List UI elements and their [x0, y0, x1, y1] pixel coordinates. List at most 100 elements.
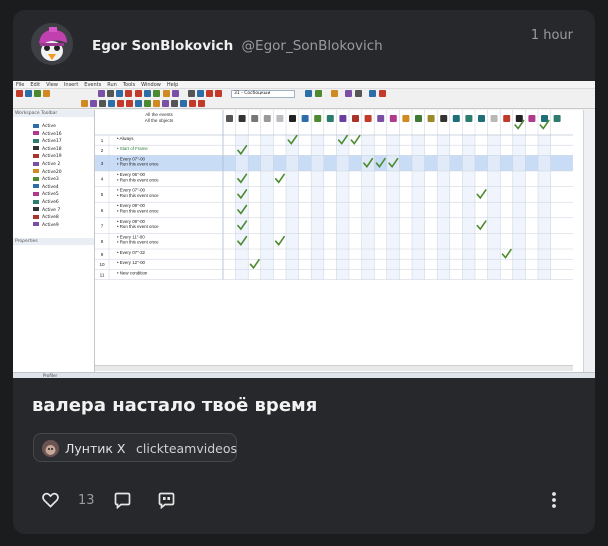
event-number: 6	[101, 208, 104, 213]
object-column-icon	[314, 115, 322, 122]
comment-button[interactable]	[114, 489, 131, 511]
avatar[interactable]	[31, 23, 73, 65]
column-stripe	[386, 135, 400, 280]
toolbar-icon	[180, 100, 187, 107]
toolbar-icon	[16, 90, 23, 97]
object-column-icon	[364, 115, 372, 122]
volume-icon	[562, 346, 580, 360]
object-column-icon	[263, 115, 271, 122]
quote-icon	[158, 492, 175, 509]
tree-item: Active17	[33, 138, 62, 145]
author-handle[interactable]: @Egor_SonBlokovich	[242, 38, 383, 54]
column-stripe	[260, 135, 274, 280]
status-bar: Profiler	[13, 372, 595, 378]
toolbar-icon	[379, 90, 386, 97]
event-condition: • Every 07"-32	[117, 250, 146, 255]
channel-chip[interactable]: Лунтик X clickteamvideos	[33, 433, 237, 462]
video-player[interactable]: File Edit View Insert Events Run Tools Window He…	[13, 81, 595, 378]
play-button[interactable]	[33, 343, 53, 363]
event-condition: • Every 06"-00	[117, 172, 146, 177]
object-column-icon	[377, 115, 385, 122]
toolbar-icon	[162, 100, 169, 107]
toolbar-icon	[171, 100, 178, 107]
volume-button[interactable]	[561, 345, 583, 361]
menu-item: Help	[166, 82, 179, 88]
more-button[interactable]	[551, 489, 557, 511]
event-number: 2	[101, 148, 104, 153]
event-condition: • Start of Frame	[117, 146, 148, 151]
toolbar-icon	[116, 90, 123, 97]
column-stripe	[311, 135, 324, 280]
menu-item: Window	[141, 82, 161, 88]
event-condition: • Every 07"-00	[117, 188, 146, 193]
toolbar-icon	[34, 90, 41, 97]
author-name[interactable]: Egor SonBlokovich	[92, 38, 233, 54]
toolbar-icon	[206, 90, 213, 97]
tree-item: Active5	[33, 191, 59, 198]
column-stripe	[412, 135, 425, 280]
event-condition: • Always	[117, 136, 134, 141]
object-column-icon	[490, 115, 498, 122]
tree-item: Active4	[33, 184, 59, 191]
object-icon	[33, 176, 39, 181]
post-actions: 13	[13, 489, 595, 511]
quote-button[interactable]	[158, 489, 175, 511]
event-number: 1	[101, 138, 104, 143]
object-column-icon	[389, 115, 397, 122]
tree-item: Active3	[33, 176, 59, 183]
tree-item: Active	[33, 123, 56, 130]
tree-item: Active20	[33, 169, 62, 176]
event-editor: All the events All the objects 1 • Always 2 •…	[95, 110, 583, 373]
like-button[interactable]: 13	[42, 489, 95, 511]
object-icon	[33, 138, 39, 143]
toolbar-icon	[144, 100, 151, 107]
column-stripe	[361, 135, 375, 280]
avatar-image	[31, 23, 73, 65]
toolbar-icon	[345, 90, 352, 97]
toolbar-icon	[153, 100, 160, 107]
menu-item: View	[46, 82, 58, 88]
event-condition: • Run this event once	[117, 162, 159, 167]
object-column-icon	[541, 115, 548, 122]
toolbar-icon	[198, 100, 205, 107]
event-number: 9	[101, 252, 104, 257]
event-number: 10	[99, 262, 105, 267]
toolbar-icon	[90, 100, 97, 107]
event-number: 4	[101, 177, 104, 182]
object-column-icon	[326, 115, 334, 122]
grid-bg	[95, 110, 573, 365]
vertical-scrollbar	[583, 110, 595, 373]
toolbar-icon	[125, 90, 132, 97]
toolbar-icon	[369, 90, 376, 97]
object-column-icon	[352, 115, 359, 122]
object-icon	[33, 146, 39, 151]
object-column-icon	[427, 115, 435, 122]
channel-name: Лунтик X	[65, 441, 126, 456]
more-icon	[552, 492, 556, 508]
tree-item: Active16	[33, 131, 62, 138]
frame-select: 31 - Сосбоцкыи	[231, 90, 295, 98]
toolbar-icon	[135, 100, 142, 107]
column-stripe	[336, 135, 349, 280]
tree-item: Active 7	[33, 207, 60, 214]
event-condition: • Every 09"-00	[117, 219, 146, 224]
column-stripe	[286, 135, 299, 280]
toolbar-icon	[188, 90, 195, 97]
column-stripe	[235, 135, 249, 280]
object-column-icon	[440, 115, 448, 122]
horizontal-scrollbar	[95, 365, 573, 371]
channel-avatar	[42, 440, 59, 457]
object-column-icon	[415, 115, 422, 122]
toolbar-icon	[108, 100, 115, 107]
post-card: Egor SonBlokovich @Egor_SonBlokovich 1 h…	[13, 10, 595, 534]
event-condition: • Every 07"-00	[117, 156, 146, 161]
toolbar-icon	[99, 100, 106, 107]
object-icon	[33, 199, 39, 204]
object-tree: Active Active16 Active17 Active18 Active19 Ac…	[13, 117, 94, 238]
object-column-icon	[339, 115, 347, 122]
object-icon	[33, 207, 39, 212]
column-stripe	[512, 135, 526, 280]
object-column-icon	[226, 115, 233, 122]
tree-item: Active19	[33, 153, 62, 160]
object-column-icon	[452, 115, 460, 122]
